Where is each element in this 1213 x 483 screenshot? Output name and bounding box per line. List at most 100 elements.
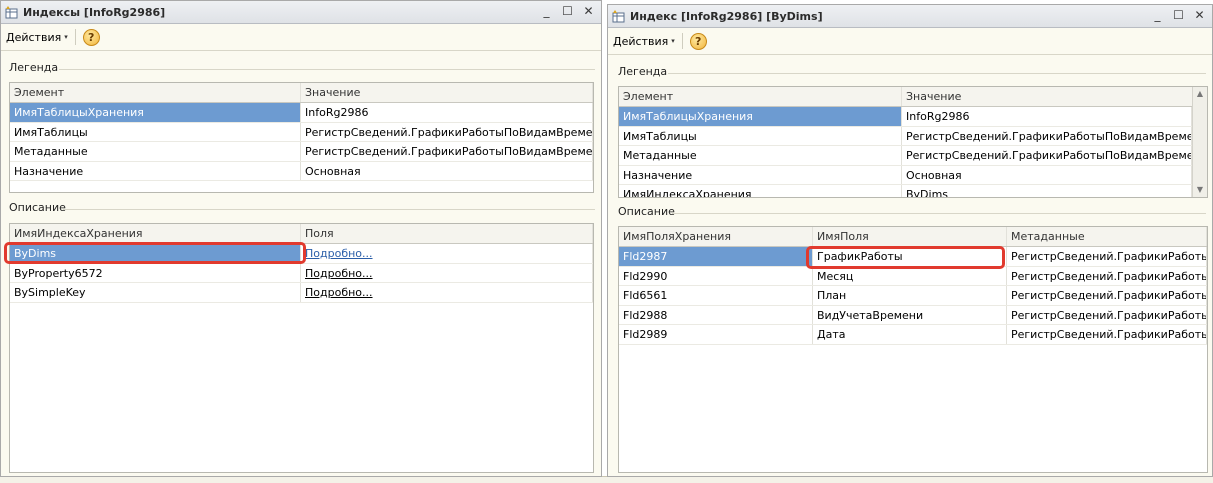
table-row[interactable]: Метаданные РегистрСведений.ГрафикиРаботы… [10,142,593,162]
column-header[interactable]: ИмяПоляХранения [619,227,813,246]
maximize-icon[interactable]: ☐ [561,5,574,18]
help-icon[interactable]: ? [82,28,100,46]
window-titlebar[interactable]: Индексы [InfoRg2986] _ ☐ ✕ [1,1,601,24]
table-cell[interactable]: Fld2987 [619,247,813,266]
toolbar: Действия ▾ ? [1,24,601,51]
toolbar: Действия ▾ ? [608,28,1212,55]
legend-table[interactable]: Элемент Значение ИмяТаблицыХранения Info… [618,86,1208,198]
table-header: ИмяПоляХранения ИмяПоля Метаданные [619,227,1207,247]
chevron-down-icon: ▾ [64,33,68,41]
table-icon [612,9,625,23]
table-row[interactable]: ИмяТаблицы РегистрСведений.ГрафикиРаботы… [619,126,1192,146]
table-cell[interactable]: ByDims [902,185,1192,197]
column-header[interactable]: Элемент [10,83,301,102]
table-cell[interactable]: ВидУчетаВремени [813,305,1007,324]
table-cell[interactable]: ByProperty6572 [10,263,301,282]
table-cell[interactable]: РегистрСведений.ГрафикиРаботы... [1007,305,1207,324]
table-cell[interactable]: Назначение [619,165,902,184]
column-header[interactable]: ИмяПоля [813,227,1007,246]
table-cell[interactable]: InfoRg2986 [301,103,593,122]
column-header[interactable]: Метаданные [1007,227,1207,246]
section-divider [63,209,595,210]
table-row[interactable]: ByProperty6572 Подробно... [10,263,593,283]
table-cell[interactable]: План [813,286,1007,305]
table-cell[interactable]: Fld2990 [619,266,813,285]
window-title: Индекс [InfoRg2986] [ByDims] [630,9,823,23]
table-cell[interactable]: Месяц [813,266,1007,285]
table-cell[interactable]: РегистрСведений.ГрафикиРаботыПоВидамВрем… [902,126,1192,145]
table-row[interactable]: Метаданные РегистрСведений.ГрафикиРаботы… [619,146,1192,166]
scroll-up-icon[interactable]: ▲ [1193,87,1207,101]
table-cell[interactable]: Основная [301,161,593,180]
table-cell[interactable]: ИмяТаблицы [619,126,902,145]
minimize-icon[interactable]: _ [540,5,553,18]
table-row[interactable]: ИмяИндексаХранения ByDims [619,185,1192,197]
column-header[interactable]: Поля [301,224,593,243]
table-row[interactable]: Fld2988 ВидУчетаВремени РегистрСведений.… [619,305,1207,325]
scroll-down-icon[interactable]: ▼ [1193,183,1207,197]
indexes-window: Индексы [InfoRg2986] _ ☐ ✕ Действия ▾ ? … [0,0,602,477]
table-cell[interactable]: ИмяТаблицы [10,122,301,141]
table-cell[interactable]: Дата [813,325,1007,344]
table-cell[interactable]: Fld6561 [619,286,813,305]
table-cell[interactable]: Метаданные [619,146,902,165]
table-cell[interactable]: РегистрСведений.ГрафикиРаботыПоВидамВрем… [301,142,593,161]
table-cell[interactable]: РегистрСведений.ГрафикиРаботыПоВидамВрем… [301,122,593,141]
chevron-down-icon: ▾ [671,37,675,45]
table-row[interactable]: Fld6561 План РегистрСведений.ГрафикиРабо… [619,286,1207,306]
table-row[interactable]: ИмяТаблицыХранения InfoRg2986 [10,103,593,123]
vertical-scrollbar[interactable]: ▲ ▼ [1192,87,1207,197]
legend-section-label: Легенда [618,65,668,78]
section-divider [668,73,1206,74]
help-icon[interactable]: ? [689,32,707,50]
table-icon [5,5,18,19]
table-row[interactable]: ИмяТаблицы РегистрСведений.ГрафикиРаботы… [10,122,593,142]
table-row[interactable]: Назначение Основная [10,161,593,181]
table-cell[interactable]: ИмяИндексаХранения [619,185,902,197]
column-header[interactable]: Элемент [619,87,902,106]
table-cell[interactable]: Основная [902,165,1192,184]
legend-section-label: Легенда [9,61,59,74]
table-row[interactable]: Назначение Основная [619,165,1192,185]
table-header: Элемент Значение [619,87,1207,107]
table-cell[interactable]: РегистрСведений.ГрафикиРаботы... [1007,247,1207,266]
table-cell[interactable]: InfoRg2986 [902,107,1192,126]
table-cell[interactable]: Назначение [10,161,301,180]
table-cell[interactable]: ИмяТаблицыХранения [619,107,902,126]
table-cell[interactable]: ИмяТаблицыХранения [10,103,301,122]
section-divider [59,69,595,70]
table-row[interactable]: ИмяТаблицыХранения InfoRg2986 [619,107,1192,127]
details-link[interactable]: Подробно... [305,247,373,260]
toolbar-divider [681,33,683,49]
window-titlebar[interactable]: Индекс [InfoRg2986] [ByDims] _ ☐ ✕ [608,5,1212,28]
actions-menu-button[interactable]: Действия ▾ [6,31,68,44]
details-link[interactable]: Подробно... [305,286,373,299]
column-header[interactable]: Значение [902,87,1207,106]
legend-table[interactable]: Элемент Значение ИмяТаблицыХранения Info… [9,82,594,193]
table-cell[interactable]: BySimpleKey [10,283,301,302]
close-icon[interactable]: ✕ [582,5,595,18]
table-cell[interactable]: РегистрСведений.ГрафикиРаботы... [1007,266,1207,285]
table-cell[interactable]: Метаданные [10,142,301,161]
maximize-icon[interactable]: ☐ [1172,9,1185,22]
table-cell[interactable]: РегистрСведений.ГрафикиРаботы... [1007,325,1207,344]
close-icon[interactable]: ✕ [1193,9,1206,22]
table-cell[interactable]: РегистрСведений.ГрафикиРаботыПоВидамВрем… [902,146,1192,165]
background-taskbar-strip [0,476,1213,483]
table-header: Элемент Значение [10,83,593,103]
details-link[interactable]: Подробно... [305,267,373,280]
table-cell[interactable]: Fld2988 [619,305,813,324]
section-divider [672,213,1206,214]
table-row[interactable]: Fld2989 Дата РегистрСведений.ГрафикиРабо… [619,325,1207,345]
table-row[interactable]: Fld2990 Месяц РегистрСведений.ГрафикиРаб… [619,266,1207,286]
minimize-icon[interactable]: _ [1151,9,1164,22]
red-highlight-annotation [806,246,1005,269]
description-section-label: Описание [618,205,675,218]
window-title: Индексы [InfoRg2986] [23,5,166,19]
column-header[interactable]: ИмяИндексаХранения [10,224,301,243]
table-row[interactable]: BySimpleKey Подробно... [10,283,593,303]
table-cell[interactable]: Fld2989 [619,325,813,344]
column-header[interactable]: Значение [301,83,593,102]
table-cell[interactable]: РегистрСведений.ГрафикиРаботы... [1007,286,1207,305]
actions-menu-button[interactable]: Действия ▾ [613,35,675,48]
